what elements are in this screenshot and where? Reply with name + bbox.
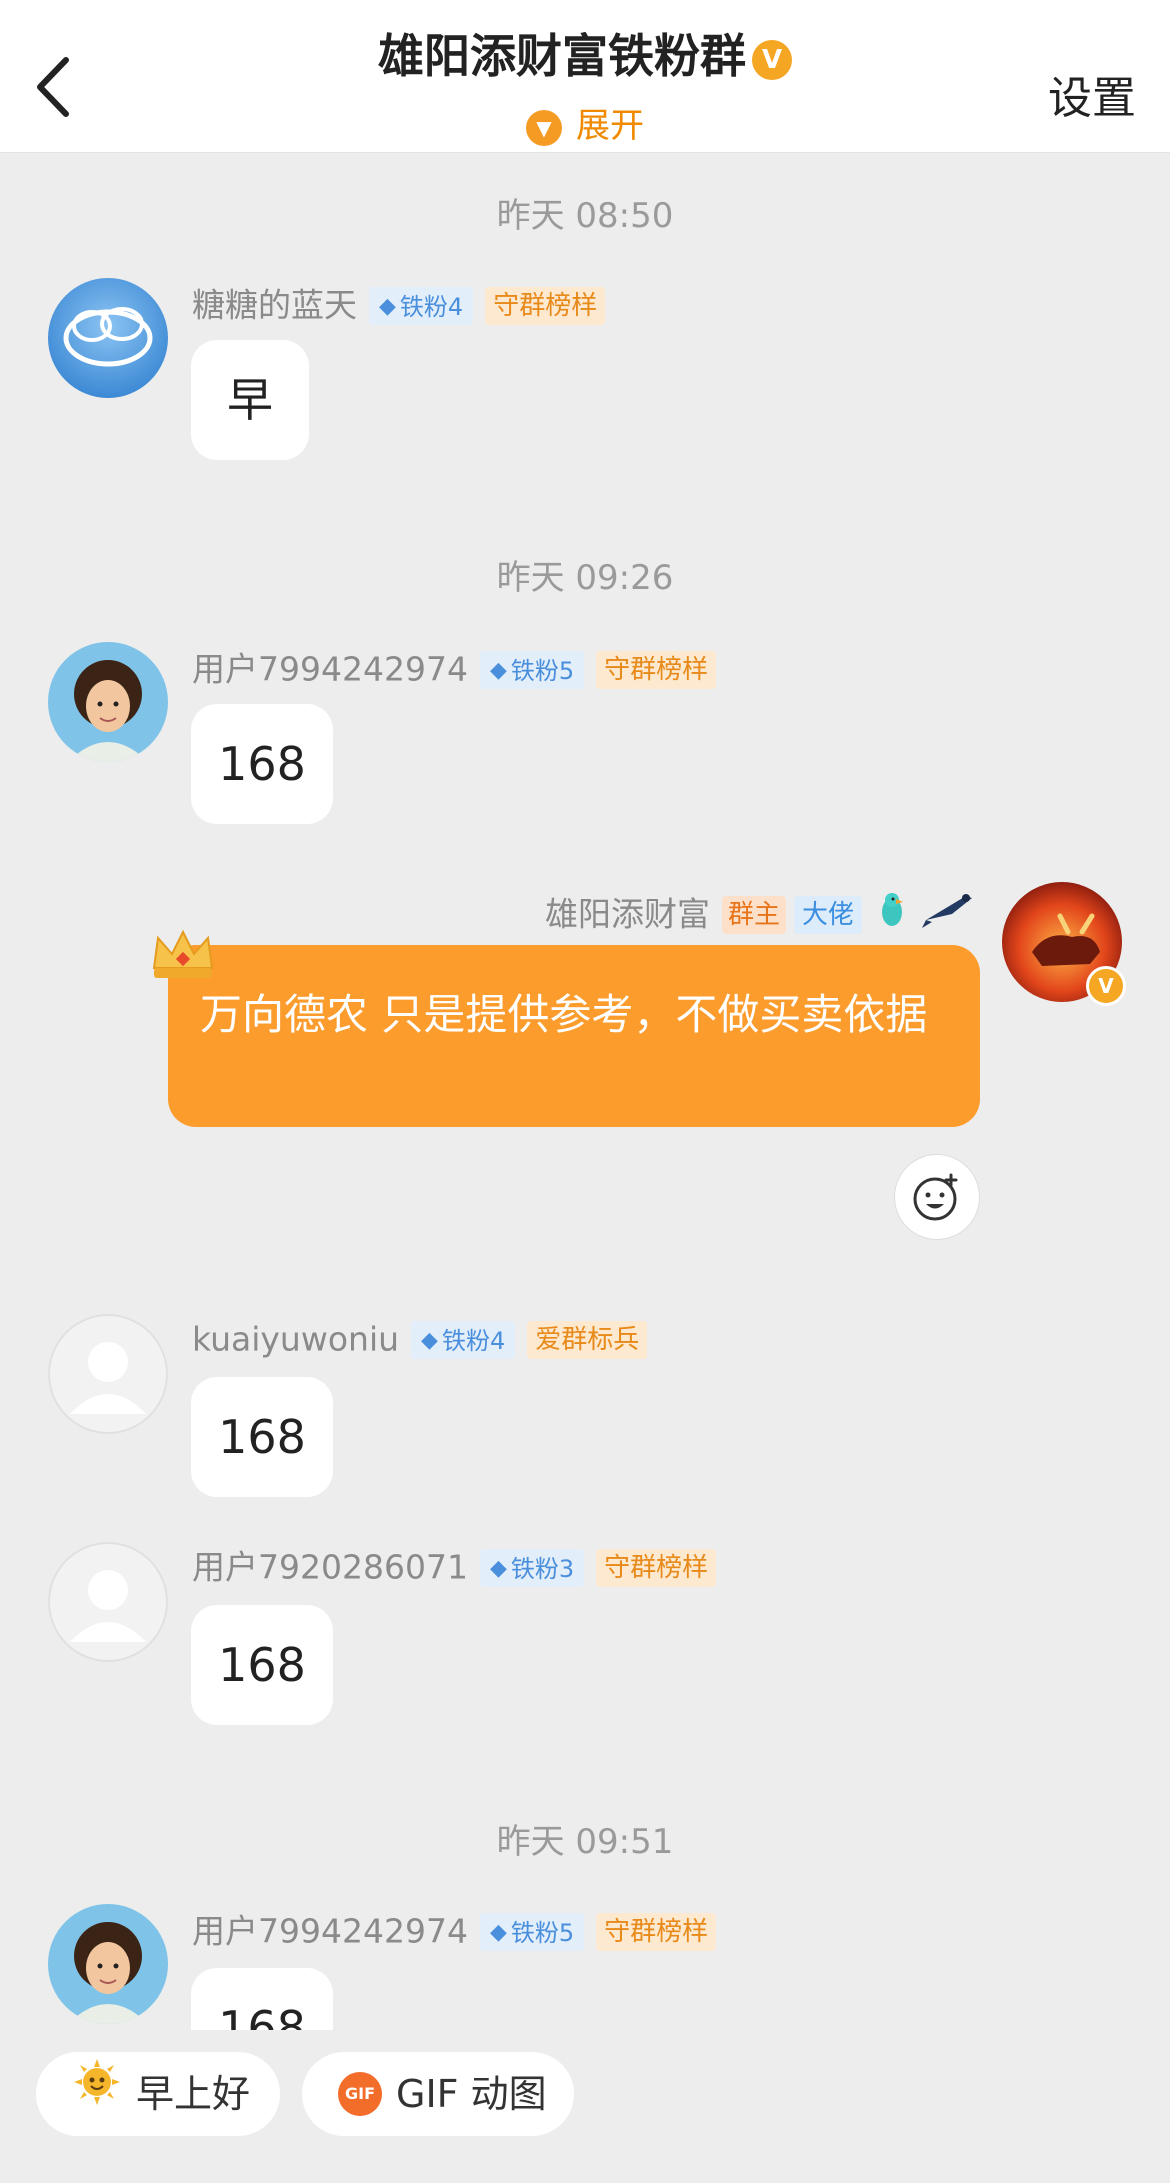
sender-name[interactable]: 用户7994242974 [192,650,468,689]
message-bubble[interactable]: 早 [191,340,309,460]
sender-name[interactable]: 糖糖的蓝天 [192,286,357,325]
message-text: 万向德农 只是提供参考，不做买卖依据 [200,990,928,1039]
expand-button[interactable]: ▼ 展开 [0,98,1170,147]
message-sender-row: 用户7994242974 ◆ 铁粉5 守群榜样 [192,1910,717,1951]
default-avatar-image [48,1314,168,1434]
fan-level-badge: ◆ 铁粉3 [479,1548,585,1587]
chat-header: 雄阳添财富铁粉群 V ▼ 展开 设置 [0,0,1170,153]
gif-icon: GIF [338,2071,382,2116]
sun-face-icon [72,2052,122,2136]
settings-button[interactable]: 设置 [1048,62,1136,126]
diamond-icon: ◆ [489,657,507,683]
gif-label: GIF 动图 [396,2072,547,2116]
sender-name[interactable]: kuaiyuwoniu [192,1320,399,1359]
role-badge: 守群榜样 [596,1548,717,1587]
chevron-down-icon: ▼ [526,109,562,146]
default-avatar-image [48,1542,168,1662]
avatar[interactable] [48,278,168,398]
avatar[interactable] [48,642,168,762]
role-badge: 守群榜样 [596,650,717,689]
diamond-icon: ◆ [489,1919,507,1945]
verified-icon: V [752,39,792,80]
fan-level-badge: ◆ 铁粉4 [411,1320,516,1359]
cloud-avatar-image [48,278,168,398]
fan-level-badge: ◆ 铁粉5 [479,1912,585,1951]
quick-reply-button[interactable]: 早上好 [36,2052,280,2136]
diamond-icon: ◆ [379,293,396,319]
sender-name[interactable]: 用户7994242974 [192,1912,468,1951]
role-badge: 守群榜样 [485,286,606,325]
timestamp: 昨天 08:50 [496,196,674,236]
fan-level-badge: ◆ 铁粉5 [479,650,585,689]
avatar[interactable] [48,1542,168,1662]
boy-avatar-image [48,1904,168,2024]
quick-reply-label: 早上好 [136,2072,251,2116]
message-sender-row: 糖糖的蓝天 ◆ 铁粉4 守群榜样 [192,284,606,325]
role-badge: 守群榜样 [596,1912,717,1951]
diamond-icon: ◆ [421,1327,438,1353]
gif-button[interactable]: GIF GIF 动图 [302,2052,574,2136]
message-bubble[interactable]: 168 [191,1605,333,1725]
boss-badge: 大佬 [793,895,862,934]
add-reaction-button[interactable] [894,1154,980,1240]
message-sender-row: 雄阳添财富 群主 大佬 [545,890,976,934]
diamond-icon: ◆ [489,1555,507,1581]
fan-level-badge: ◆ 铁粉4 [369,286,474,325]
smiley-plus-icon [913,1173,958,1221]
verified-icon: V [1086,966,1126,1006]
message-sender-row: 用户7994242974 ◆ 铁粉5 守群榜样 [192,648,717,689]
message-sender-row: 用户7920286071 ◆ 铁粉3 守群榜样 [192,1546,717,1587]
avatar[interactable] [48,1314,168,1434]
group-title: 雄阳添财富铁粉群 [378,29,746,83]
boy-avatar-image [48,642,168,762]
message-bubble[interactable]: 168 [191,704,333,824]
role-badge: 爱群标兵 [527,1320,648,1359]
parrot-icon [872,890,912,939]
owner-badge: 群主 [721,895,786,934]
page-title[interactable]: 雄阳添财富铁粉群 V [0,20,1170,86]
expand-label: 展开 [576,106,644,146]
sender-name[interactable]: 用户7920286071 [192,1548,468,1587]
message-sender-row: kuaiyuwoniu ◆ 铁粉4 爱群标兵 [192,1318,648,1359]
avatar[interactable] [48,1904,168,2024]
crown-icon [152,929,214,978]
magpie-icon [922,890,976,939]
timestamp: 昨天 09:51 [496,1822,674,1862]
timestamp: 昨天 09:26 [496,558,674,598]
message-bubble[interactable]: 万向德农 只是提供参考，不做买卖依据 [168,945,980,1127]
avatar[interactable]: V [1002,882,1126,1006]
sender-name[interactable]: 雄阳添财富 [545,895,710,934]
message-bubble[interactable]: 168 [191,1377,333,1497]
